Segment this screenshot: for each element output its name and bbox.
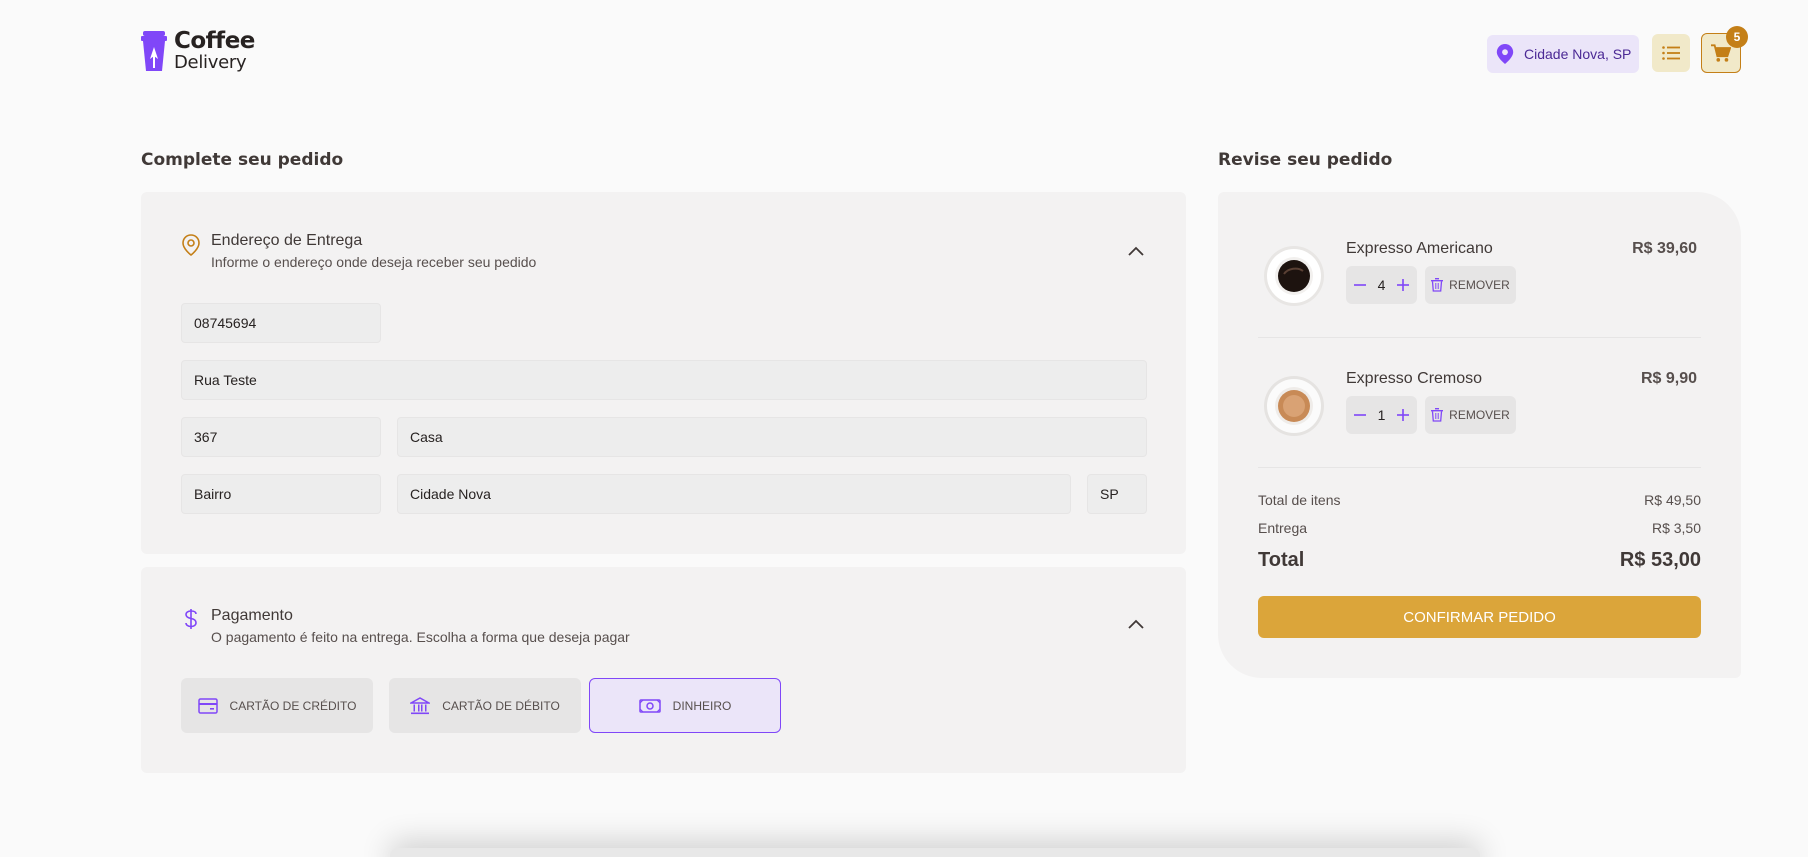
shopping-cart-icon [1711,43,1731,62]
remove-button[interactable]: REMOVER [1425,266,1516,304]
coffee-cup-image [1264,376,1324,436]
plus-icon[interactable] [1396,409,1409,421]
number-field[interactable]: 367 [181,417,381,457]
quantity-value: 4 [1377,277,1386,293]
address-subtitle: Informe o endereço onde deseja receber s… [211,254,537,270]
item-price: R$ 9,90 [1640,370,1697,387]
address-card: Endereço de Entrega Informe o endereço o… [141,192,1186,554]
divider [1258,337,1701,338]
address-header: Endereço de Entrega Informe o endereço o… [181,232,536,270]
location-chip[interactable]: Cidade Nova, SP [1487,35,1639,73]
orders-list-button[interactable] [1652,34,1690,72]
coffee-cup-logo-icon [141,31,167,71]
plus-icon[interactable] [1396,279,1409,291]
district-field[interactable]: Bairro [181,474,381,514]
payment-card: Pagamento O pagamento é feito na entrega… [141,567,1186,773]
items-total-value: R$ 49,50 [1644,492,1701,508]
cart-item: Expresso Cremoso R$ 9,90 1 REMOVER [1258,370,1701,480]
dollar-sign-icon [185,609,197,629]
confirm-order-button[interactable]: CONFIRMAR PEDIDO [1258,596,1701,638]
payment-header: Pagamento O pagamento é feito na entrega… [181,607,630,645]
quantity-value: 1 [1377,407,1386,423]
payment-title: Pagamento [211,607,293,624]
delivery-row: Entrega R$ 3,50 [1258,520,1701,536]
city-field[interactable]: Cidade Nova [397,474,1071,514]
chevron-up-icon[interactable] [1126,615,1146,635]
delivery-value: R$ 3,50 [1651,520,1701,536]
bank-icon [410,696,431,714]
payment-option-label: DINHEIRO [672,698,732,713]
uf-field[interactable]: SP [1087,474,1147,514]
complement-field[interactable]: Casa [397,417,1147,457]
items-total-label: Total de itens [1258,492,1341,508]
trash-icon [1431,408,1444,422]
order-summary-card: Expresso Americano R$ 39,60 4 REMOVER Ex [1218,192,1741,678]
cart-item: Expresso Americano R$ 39,60 4 REMOVER [1258,240,1701,350]
total-label: Total [1258,549,1305,571]
payment-option-label: CARTÃO DE DÉBITO [442,698,560,713]
logo-title: Coffee [174,28,255,54]
address-title: Endereço de Entrega [211,232,363,249]
logo-subtitle: Delivery [174,52,247,73]
item-price: R$ 39,60 [1632,240,1697,257]
order-title: Revise seu pedido [1218,150,1393,170]
quantity-stepper: 4 [1346,266,1417,304]
minus-icon[interactable] [1354,409,1366,421]
quantity-stepper: 1 [1346,396,1417,434]
list-icon [1662,46,1680,60]
cep-field[interactable]: 08745694 [181,303,381,343]
payment-option-cash[interactable]: DINHEIRO [589,678,781,733]
trash-icon [1431,278,1444,292]
item-name: Expresso Cremoso [1346,370,1483,387]
payment-subtitle: O pagamento é feito na entrega. Escolha … [211,629,630,645]
checkout-title: Complete seu pedido [141,150,344,170]
minus-icon[interactable] [1354,279,1366,291]
cart-count-badge: 5 [1726,26,1748,48]
payment-option-credit[interactable]: CARTÃO DE CRÉDITO [181,678,373,733]
item-name: Expresso Americano [1346,240,1493,257]
location-text: Cidade Nova, SP [1524,46,1632,62]
chevron-up-icon[interactable] [1126,242,1146,262]
payment-option-debit[interactable]: CARTÃO DE DÉBITO [389,678,581,733]
items-total-row: Total de itens R$ 49,50 [1258,492,1701,508]
map-pin-outline-icon [182,234,200,256]
delivery-label: Entrega [1258,520,1308,536]
toast-panel-edge [390,848,1480,857]
coffee-cup-image [1264,246,1324,306]
remove-label: REMOVER [1449,408,1510,422]
total-value: R$ 53,00 [1619,549,1701,571]
map-pin-icon [1496,44,1514,64]
street-field[interactable]: Rua Teste [181,360,1147,400]
money-icon [638,698,661,713]
remove-label: REMOVER [1449,278,1510,292]
credit-card-icon [197,697,218,714]
grand-total-row: Total R$ 53,00 [1258,549,1701,572]
payment-option-label: CARTÃO DE CRÉDITO [229,698,357,713]
logo[interactable]: Coffee Delivery [140,30,255,72]
remove-button[interactable]: REMOVER [1425,396,1516,434]
divider [1258,467,1701,468]
